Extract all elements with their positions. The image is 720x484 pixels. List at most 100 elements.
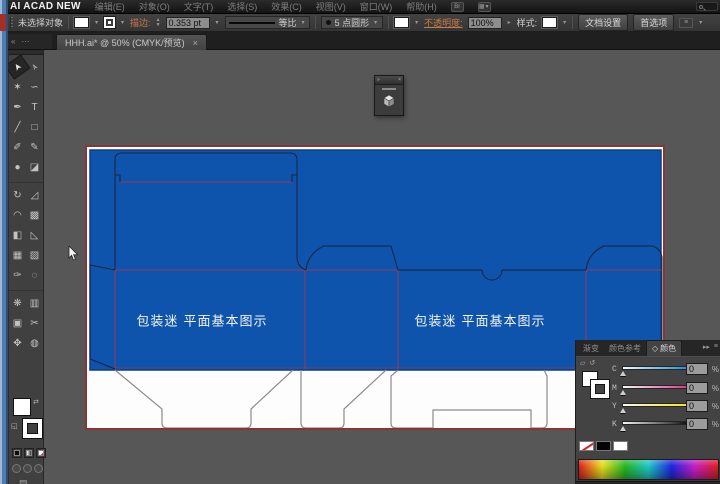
magenta-value-field[interactable]: 0 bbox=[686, 382, 708, 394]
tool-zoom[interactable]: ◍ bbox=[26, 333, 43, 353]
cyan-slider-track[interactable] bbox=[622, 366, 688, 370]
tab-color[interactable]: ◇ 颜色 bbox=[646, 340, 683, 356]
document-tab[interactable]: HHH.ai* @ 50% (CMYK/预览) × bbox=[56, 34, 207, 50]
draw-behind-button[interactable] bbox=[23, 464, 32, 473]
tool-pencil[interactable]: ✎ bbox=[26, 137, 43, 157]
menu-window[interactable]: 窗口(W) bbox=[360, 0, 393, 13]
draw-normal-button[interactable] bbox=[12, 464, 21, 473]
black-swatch[interactable] bbox=[596, 441, 611, 451]
stroke-panel-link[interactable]: 描边: bbox=[130, 16, 151, 29]
tool-pen[interactable]: ✒ bbox=[9, 97, 26, 117]
menu-effect[interactable]: 效果(C) bbox=[271, 0, 302, 13]
menu-edit[interactable]: 编辑(E) bbox=[95, 0, 125, 13]
stroke-profile-select[interactable]: 等比 ▾ bbox=[224, 16, 310, 29]
chevron-down-icon[interactable]: ▾ bbox=[562, 19, 567, 26]
fill-color-swatch[interactable] bbox=[73, 16, 91, 29]
collapse-icon[interactable]: ▸▸ bbox=[703, 343, 710, 351]
stroke-weight-stepper[interactable]: ▲ ▼ bbox=[156, 18, 161, 28]
tool-column-graph[interactable]: ▥ bbox=[26, 293, 43, 313]
black-value-field[interactable]: 0 bbox=[686, 418, 708, 430]
tab-color-guide[interactable]: 颜色参考 bbox=[604, 341, 646, 356]
tool-slice[interactable]: ✂ bbox=[26, 313, 43, 333]
swap-icon[interactable]: ↺ bbox=[589, 359, 595, 367]
floating-mini-panel[interactable]: » × bbox=[374, 75, 404, 116]
stroke-proxy[interactable] bbox=[590, 379, 610, 399]
tool-lasso[interactable]: ∽ bbox=[26, 77, 43, 97]
document-setup-button[interactable]: 文档设置 bbox=[578, 14, 629, 31]
tool-blob-brush[interactable]: ● bbox=[9, 157, 26, 177]
gradient-mode-button[interactable] bbox=[24, 448, 34, 458]
yellow-value-field[interactable]: 0 bbox=[686, 400, 708, 412]
chevron-down-icon[interactable]: ▾ bbox=[120, 19, 125, 26]
screen-mode-button[interactable]: ▤ bbox=[19, 478, 28, 484]
tool-magic-wand[interactable]: ✶ bbox=[9, 77, 26, 97]
magenta-slider-track[interactable] bbox=[622, 385, 688, 389]
magenta-slider-handle[interactable] bbox=[620, 390, 626, 395]
menu-object[interactable]: 对象(O) bbox=[139, 0, 170, 13]
yellow-slider-handle[interactable] bbox=[620, 408, 626, 413]
brush-select[interactable]: 5 点圆形 ▾ bbox=[320, 16, 384, 29]
panel-grip[interactable] bbox=[10, 16, 13, 29]
chevron-down-icon[interactable]: ▾ bbox=[215, 19, 220, 26]
tool-type[interactable]: T bbox=[26, 97, 43, 117]
bridge-icon[interactable]: Br bbox=[450, 1, 464, 12]
chevron-down-icon[interactable]: ▾ bbox=[698, 19, 703, 26]
workspace-icon[interactable]: ≡ bbox=[679, 17, 694, 28]
menu-select[interactable]: 选择(S) bbox=[227, 0, 257, 13]
tool-blend[interactable]: ◌ bbox=[26, 265, 43, 285]
none-mode-button[interactable] bbox=[36, 448, 46, 458]
menu-type[interactable]: 文字(T) bbox=[184, 0, 214, 13]
tool-eyedropper[interactable]: ✑ bbox=[9, 265, 26, 285]
black-slider-handle[interactable] bbox=[620, 426, 626, 431]
color-mode-button[interactable] bbox=[12, 448, 22, 458]
menu-help[interactable]: 帮助(H) bbox=[406, 0, 437, 13]
stroke-weight-field[interactable]: 0.353 pt bbox=[165, 16, 210, 29]
tool-width[interactable]: ◠ bbox=[9, 205, 26, 225]
default-fill-stroke-icon[interactable]: ◱ bbox=[11, 422, 18, 430]
variable-width-swatch[interactable] bbox=[393, 16, 411, 29]
close-icon[interactable]: × bbox=[193, 38, 198, 48]
menu-view[interactable]: 视图(V) bbox=[316, 0, 346, 13]
tool-mesh[interactable]: ▦ bbox=[9, 245, 26, 265]
opacity-panel-link[interactable]: 不透明度: bbox=[424, 16, 463, 29]
tool-symbol-sprayer[interactable]: ❋ bbox=[9, 293, 26, 313]
none-swatch[interactable] bbox=[579, 441, 594, 451]
tool-artboard[interactable]: ▣ bbox=[9, 313, 26, 333]
tool-rectangle[interactable]: □ bbox=[26, 117, 43, 137]
cyan-value-field[interactable]: 0 bbox=[686, 363, 708, 375]
swap-fill-stroke-icon[interactable]: ⇄ bbox=[33, 398, 39, 406]
color-spectrum-bar[interactable] bbox=[578, 459, 719, 480]
tool-shape-builder[interactable]: ◧ bbox=[9, 225, 26, 245]
tool-eraser[interactable]: ◪ bbox=[26, 157, 43, 177]
stroke-proxy[interactable] bbox=[22, 418, 43, 439]
tool-free-transform[interactable]: ▩ bbox=[26, 205, 43, 225]
chevron-down-icon[interactable]: ▾ bbox=[414, 19, 419, 26]
tab-gradient[interactable]: 渐变 bbox=[578, 341, 604, 356]
fill-proxy[interactable] bbox=[13, 398, 31, 416]
dock-collapse-widget[interactable]: « ⋯ bbox=[8, 34, 52, 49]
tool-paintbrush[interactable]: ✐ bbox=[9, 137, 26, 157]
preferences-button[interactable]: 首选项 bbox=[633, 14, 675, 31]
stroke-color-swatch[interactable] bbox=[103, 16, 117, 29]
tool-perspective-grid[interactable]: ◺ bbox=[26, 225, 43, 245]
cyan-slider-handle[interactable] bbox=[620, 371, 626, 376]
collapse-icon[interactable]: » bbox=[377, 77, 380, 83]
style-swatch[interactable] bbox=[541, 16, 559, 29]
chevron-down-icon[interactable]: ▾ bbox=[94, 19, 99, 26]
panel-menu-icon[interactable]: ≡ bbox=[714, 343, 718, 351]
tool-line-segment[interactable]: ╱ bbox=[9, 117, 26, 137]
arrange-documents-icon[interactable]: ▦ ▾ bbox=[477, 1, 491, 12]
opacity-field[interactable]: 100% bbox=[467, 16, 502, 29]
chevron-right-icon[interactable]: ▸ bbox=[507, 19, 512, 26]
tool-hand[interactable]: ✥ bbox=[9, 333, 26, 353]
draw-inside-button[interactable] bbox=[34, 464, 43, 473]
default-fill-stroke-icon[interactable]: ▱ bbox=[580, 359, 585, 367]
yellow-slider-track[interactable] bbox=[622, 403, 688, 407]
close-icon[interactable]: × bbox=[398, 77, 401, 83]
black-slider-track[interactable] bbox=[622, 421, 688, 425]
tool-direct-selection[interactable]: ➢ bbox=[21, 54, 47, 79]
white-swatch[interactable] bbox=[613, 441, 628, 451]
search-input[interactable] bbox=[696, 2, 718, 11]
tool-rotate[interactable]: ↻ bbox=[9, 185, 26, 205]
tool-scale[interactable]: ◿ bbox=[26, 185, 43, 205]
